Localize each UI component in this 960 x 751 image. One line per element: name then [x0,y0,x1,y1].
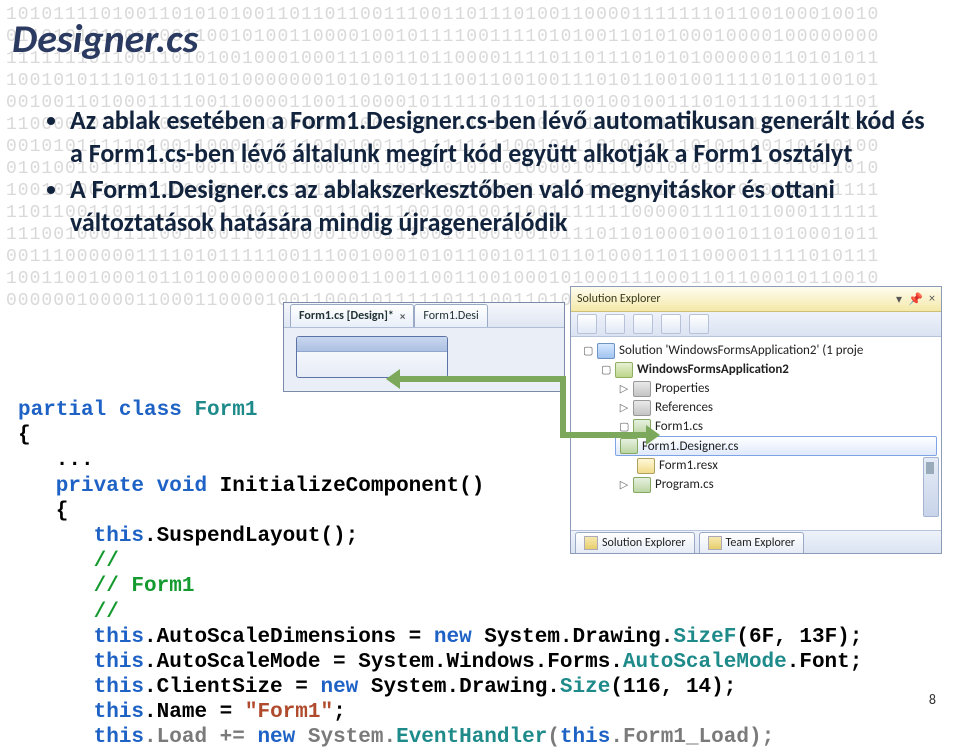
pin-icon[interactable]: 📌 [908,292,923,307]
tree-label: References [655,400,713,415]
dropdown-icon[interactable]: ▾ [896,292,902,307]
references-icon [633,400,651,416]
tree-form1-resx[interactable]: Form1.resx [579,456,937,475]
solution-tree: ▢ Solution 'WindowsFormsApplication2' (1 … [571,337,941,498]
tree-project[interactable]: ▢ WindowsFormsApplication2 [579,360,937,379]
vs-tab-form1-design[interactable]: Form1.cs [Design]* × [290,304,414,327]
footer-tab-solution-explorer[interactable]: Solution Explorer [575,532,695,553]
arrow-to-solution [560,432,656,438]
footer-tab-label: Team Explorer [726,536,795,550]
toolbar-refresh-icon[interactable] [605,314,625,334]
tree-label: Form1.resx [659,458,718,473]
page-number: 8 [929,691,936,708]
toolbar-showall-icon[interactable] [633,314,653,334]
vs-tabstrip: Form1.cs [Design]* × Form1.Desi [284,303,564,328]
arrow-to-designer [390,376,566,382]
vs-tab-label: Form1.cs [Design]* [299,309,394,323]
toolbar-viewcode-icon[interactable] [689,314,709,334]
tree-program-cs[interactable]: ▷ Program.cs [579,475,937,494]
arrow-connector [560,382,566,438]
tree-label: Solution 'WindowsFormsApplication2' (1 p… [619,343,863,358]
expand-icon[interactable]: ▷ [619,478,629,491]
solution-icon [597,343,615,359]
solution-explorer-title: Solution Explorer [577,292,661,306]
close-icon[interactable]: × [929,292,935,307]
scrollbar[interactable] [923,457,939,517]
form-preview[interactable] [296,336,448,378]
solution-explorer-icon [584,536,598,550]
footer-tab-label: Solution Explorer [602,536,686,550]
tree-solution[interactable]: ▢ Solution 'WindowsFormsApplication2' (1 … [579,341,937,360]
expand-icon[interactable]: ▷ [619,401,629,414]
close-icon[interactable]: × [400,310,405,323]
solution-explorer: Solution Explorer ▾ 📌 × ▢ Solution 'Windo… [570,286,942,554]
team-explorer-icon [708,536,722,550]
bullet-list: Az ablak esetében a Form1.Designer.cs-be… [30,104,940,242]
expand-icon[interactable]: ▢ [583,344,593,357]
wrench-icon [633,381,651,397]
resx-icon [637,458,655,474]
tree-label: WindowsFormsApplication2 [637,362,789,377]
tree-label: Properties [655,381,710,396]
solution-explorer-toolbar [571,312,941,337]
expand-icon[interactable]: ▷ [619,382,629,395]
footer-tab-team-explorer[interactable]: Team Explorer [699,532,804,553]
tree-references[interactable]: ▷ References [579,398,937,417]
toolbar-home-icon[interactable] [577,314,597,334]
solution-explorer-caption: Solution Explorer ▾ 📌 × [571,287,941,312]
tree-properties[interactable]: ▷ Properties [579,379,937,398]
csharp-file-icon [620,438,638,454]
bullet-1: Az ablak esetében a Form1.Designer.cs-be… [70,104,940,169]
tree-label: Program.cs [655,477,714,492]
page-title: Designer.cs [12,14,198,63]
solution-explorer-footer: Solution Explorer Team Explorer [571,530,941,553]
expand-icon[interactable]: ▢ [601,363,611,376]
vs-tab-label: Form1.Desi [423,309,478,323]
bullet-2: A Form1.Designer.cs az ablakszerkesztőbe… [70,173,940,238]
toolbar-properties-icon[interactable] [661,314,681,334]
csharp-file-icon [633,477,651,493]
vs-tab-form1-designer-cs[interactable]: Form1.Desi [414,304,487,327]
project-icon [615,362,633,378]
